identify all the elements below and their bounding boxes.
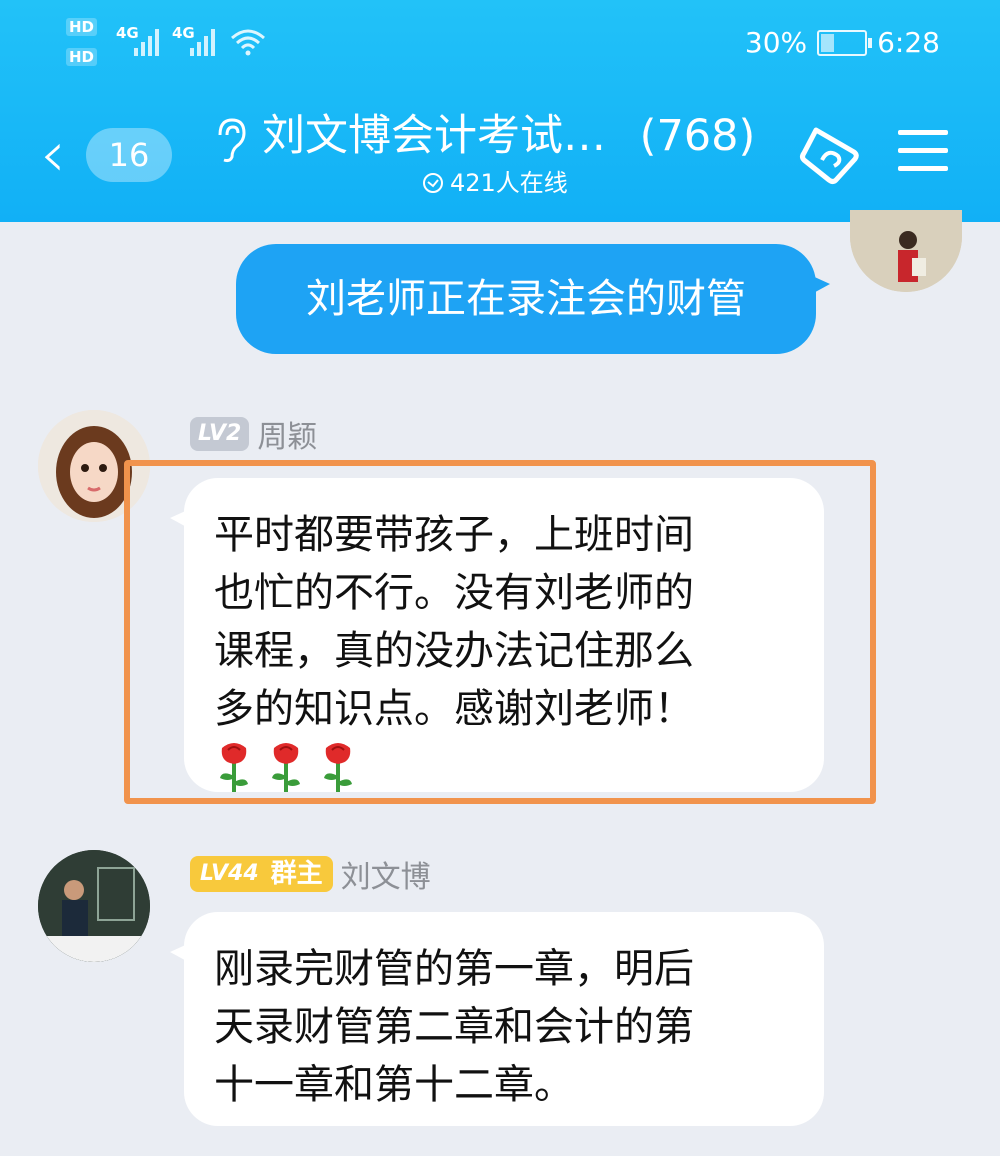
owner-level-badge: LV44 群主 [190,856,333,892]
incoming-message-bubble[interactable]: 刚录完财管的第一章，明后 天录财管第二章和会计的第 十一章和第十二章。 [170,912,824,1126]
group-title-row[interactable]: 刘文博会计考试… (768) [262,108,755,164]
sender-avatar-liuwenbo[interactable] [38,850,150,962]
message-line: 十一章和第十二章。 [214,1062,574,1108]
message-text: 刘老师正在录注会的财管 [306,276,746,322]
highlight-frame [124,460,876,804]
online-check-icon [423,173,443,193]
hd-badge-1: HD [66,18,98,36]
unread-count-badge[interactable]: 16 [86,128,172,182]
online-count: 421人在线 [450,169,568,197]
message-line: 刚录完财管的第一章，明后 [214,946,694,992]
clock: 6:28 [877,26,940,59]
group-title: 刘文博会计考试… [262,111,606,161]
level-badge: LV2 [190,417,250,451]
menu-icon[interactable] [898,130,948,174]
avatar-photo [38,850,150,962]
avatar-photo [850,210,962,292]
sender-row: LV44 群主 刘文博 [190,852,431,896]
status-bar: HD HD 4G 4G 30% 6:28 [0,10,1000,70]
hd-badge-2: HD [66,48,98,66]
wifi-icon [231,29,265,56]
signal-icon-2 [190,28,215,56]
outgoing-message-bubble[interactable]: 刘老师正在录注会的财管 [236,244,830,354]
online-status: 421人在线 [422,168,568,198]
back-chevron-icon[interactable]: ‹ [40,123,66,187]
sender-name: 周颖 [257,420,318,455]
battery-fill [821,33,835,52]
owner-role-badge: 群主 [270,859,323,889]
tag-icon[interactable] [796,122,862,188]
battery-icon [817,29,873,56]
my-avatar[interactable] [850,210,962,292]
ear-icon[interactable] [210,115,250,165]
signal-icon [134,28,159,56]
sender-name: 刘文博 [340,860,431,895]
status-right: 30% 6:28 [745,26,940,59]
chat-header: HD HD 4G 4G 30% 6:28 ‹ 16 刘文博会计考试… (768)… [0,0,1000,222]
battery-percent: 30% [744,26,808,59]
sender-row: LV2 周颖 [190,412,317,456]
member-count: (768) [639,111,756,161]
level-badge: LV44 [200,861,259,886]
message-line: 天录财管第二章和会计的第 [214,1004,694,1050]
